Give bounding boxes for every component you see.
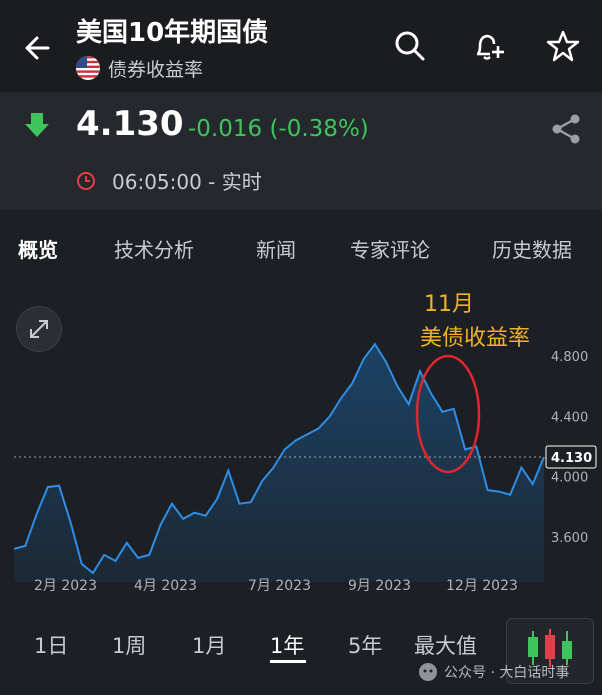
- subtitle: 债券收益率: [108, 58, 204, 81]
- watermark: 公众号 · 大白话时事: [418, 662, 569, 682]
- down-arrow-icon: [25, 113, 49, 137]
- tab-technical-analysis[interactable]: 技术分析: [114, 234, 194, 263]
- page-title: 美国10年期国债: [76, 18, 269, 48]
- range-1d[interactable]: 1日: [34, 630, 68, 660]
- x-tick-label: 7月 2023: [248, 578, 311, 594]
- price-chart: 4.800 4.400 4.000 3.600 4.130 2月 2023 4月 2023 7…: [0, 286, 602, 606]
- x-tick-label: 12月 2023: [446, 578, 518, 594]
- selected-range-underline: [270, 660, 306, 663]
- y-tick-label: 4.800: [551, 350, 588, 365]
- clock-icon: [77, 171, 95, 190]
- us-flag-icon: [76, 56, 100, 80]
- y-tick-label: 4.400: [551, 410, 588, 425]
- tab-historical-data[interactable]: 历史数据: [492, 234, 572, 263]
- star-icon[interactable]: [545, 28, 581, 64]
- search-icon[interactable]: [392, 28, 428, 64]
- quote-panel: 4.130 -0.016 (-0.38%) 06:05:00 - 实时: [0, 92, 602, 210]
- share-icon[interactable]: [549, 112, 583, 146]
- y-tick-label: 3.600: [551, 531, 588, 546]
- y-tick-label: 4.000: [551, 471, 588, 486]
- current-value-label: 4.130: [551, 451, 592, 466]
- price-value: 4.130: [76, 104, 184, 144]
- annotation-month: 11月: [424, 292, 474, 317]
- x-tick-label: 9月 2023: [348, 578, 411, 594]
- back-arrow-icon[interactable]: [18, 28, 58, 68]
- tab-expert-comments[interactable]: 专家评论: [350, 234, 430, 263]
- tab-news[interactable]: 新闻: [256, 234, 296, 263]
- quote-time: 06:05:00 - 实时: [112, 170, 262, 194]
- range-max[interactable]: 最大值: [414, 630, 477, 660]
- x-tick-label: 4月 2023: [134, 578, 197, 594]
- range-5y[interactable]: 5年: [348, 630, 382, 660]
- subtitle-row: 债券收益率: [76, 55, 203, 81]
- tab-bar: 概览 技术分析 新闻 专家评论 历史数据: [0, 210, 602, 286]
- wechat-icon: [419, 663, 437, 681]
- tab-overview[interactable]: 概览: [18, 234, 58, 263]
- annotation-label: 美债收益率: [420, 326, 531, 351]
- watermark-text: 公众号 · 大白话时事: [444, 665, 570, 681]
- add-alert-icon[interactable]: [470, 28, 506, 64]
- time-row: 06:05:00 - 实时: [76, 166, 262, 195]
- range-1w[interactable]: 1周: [112, 630, 146, 660]
- x-tick-label: 2月 2023: [34, 578, 97, 594]
- price-change: -0.016 (-0.38%): [188, 116, 369, 142]
- range-1y[interactable]: 1年: [270, 630, 304, 660]
- expand-icon[interactable]: [16, 306, 62, 352]
- header-bar: 美国10年期国债 债券收益率: [0, 0, 602, 92]
- range-1m[interactable]: 1月: [192, 630, 226, 660]
